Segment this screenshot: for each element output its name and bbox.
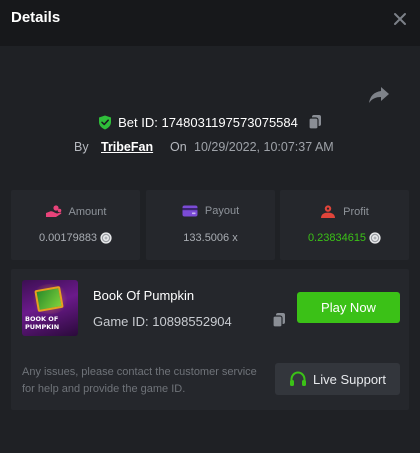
game-thumbnail[interactable]: BOOK OF PUMPKIN — [22, 280, 78, 336]
live-support-button[interactable]: Live Support — [275, 363, 400, 395]
bet-datetime: 10/29/2022, 10:07:37 AM — [194, 140, 334, 154]
copy-icon[interactable] — [272, 312, 286, 328]
user-link[interactable]: TribeFan — [101, 140, 153, 154]
dialog-title: Details — [11, 9, 61, 26]
on-label: On — [170, 140, 187, 154]
profit-label: Profit — [343, 206, 369, 218]
support-help-text: Any issues, please contact the customer … — [22, 366, 257, 395]
live-support-label: Live Support — [313, 371, 386, 387]
bet-id: Bet ID: 1748031197573075584 — [118, 114, 298, 130]
profit-value: 0.23834615 — [307, 232, 367, 244]
game-card: BOOK OF PUMPKIN Book Of Pumpkin Game ID:… — [11, 269, 409, 410]
headset-icon — [290, 370, 306, 386]
copy-icon[interactable] — [308, 114, 322, 130]
profit-icon — [321, 205, 336, 218]
amount-label: Amount — [68, 205, 107, 218]
shield-check-icon — [99, 115, 112, 129]
bet-meta-row: By TribeFan On 10/29/2022, 10:07:37 AM — [0, 140, 420, 158]
game-id: Game ID: 10898552904 — [93, 314, 232, 329]
share-icon[interactable] — [368, 85, 390, 105]
payout-stat: Payout 133.5006 x — [146, 190, 275, 260]
amount-stat: Amount 0.00179883 — [11, 190, 140, 260]
game-name: Book Of Pumpkin — [93, 288, 195, 303]
coin-icon — [100, 232, 112, 244]
play-now-button[interactable]: Play Now — [297, 292, 400, 323]
payout-label: Payout — [204, 205, 240, 217]
amount-value: 0.00179883 — [38, 232, 98, 244]
by-label: By — [74, 140, 89, 154]
thumbnail-title-line2: PUMPKIN — [25, 323, 60, 331]
payout-value: 133.5006 x — [183, 232, 238, 244]
close-icon[interactable] — [390, 9, 410, 29]
coin-icon — [369, 232, 381, 244]
book-icon — [34, 285, 64, 313]
hand-coins-icon — [45, 205, 61, 217]
profit-stat: Profit 0.23834615 — [280, 190, 409, 260]
thumbnail-title-line1: BOOK OF — [25, 315, 59, 323]
dialog-header: Details — [0, 0, 420, 46]
bet-id-row: Bet ID: 1748031197573075584 — [0, 114, 420, 134]
card-icon — [182, 205, 198, 217]
